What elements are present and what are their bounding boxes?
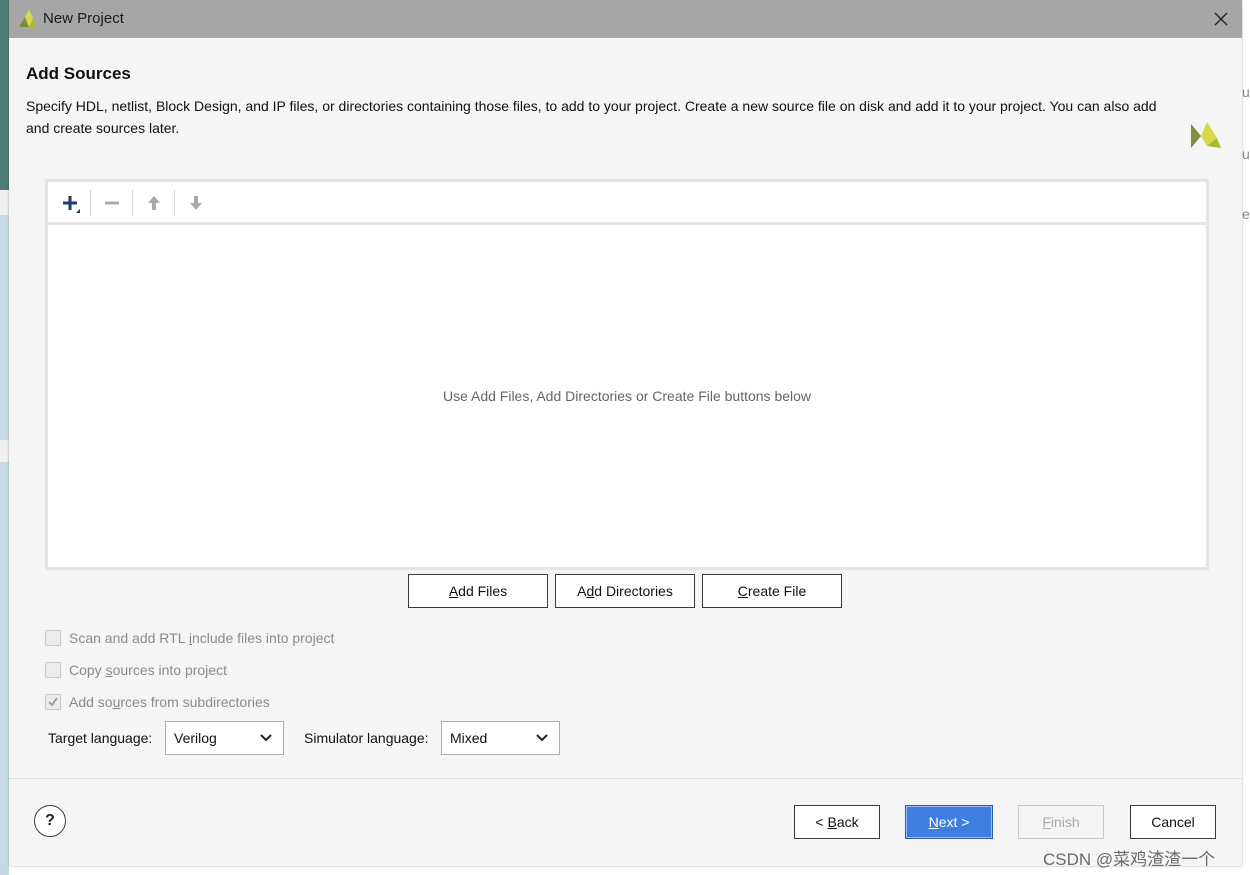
arrow-up-icon — [148, 196, 160, 210]
button-label: ext > — [938, 814, 970, 830]
background-text: u — [1242, 146, 1250, 162]
copy-sources-checkbox[interactable] — [45, 662, 61, 678]
mnemonic: F — [1042, 814, 1051, 830]
option-label: Add sources from subdirectories — [69, 694, 270, 710]
vivado-logo-icon — [1191, 122, 1221, 148]
select-value: Mixed — [450, 730, 488, 746]
background-strip — [0, 215, 9, 440]
title-bar[interactable]: New Project — [9, 0, 1242, 38]
page-description: Specify HDL, netlist, Block Design, and … — [26, 98, 1157, 136]
close-icon — [1214, 12, 1228, 26]
background-window-left-edge — [0, 0, 9, 875]
file-list-toolbar — [48, 182, 1206, 225]
vivado-logo-icon — [19, 10, 36, 27]
toolbar-separator — [132, 190, 133, 216]
scan-rtl-option[interactable]: Scan and add RTL include files into proj… — [45, 628, 334, 648]
add-source-button[interactable] — [56, 189, 84, 217]
toolbar-separator — [90, 190, 91, 216]
back-button[interactable]: < Back — [794, 805, 880, 839]
button-label: inish — [1050, 814, 1080, 830]
background-window-right-edge: u u e — [1242, 0, 1250, 875]
simulator-language-select[interactable]: Mixed — [441, 721, 560, 755]
window-title: New Project — [43, 10, 124, 27]
button-label: reate File — [747, 583, 807, 599]
close-button[interactable] — [1206, 4, 1236, 34]
background-text: u — [1242, 84, 1250, 100]
mnemonic: A — [448, 583, 459, 599]
remove-source-button[interactable] — [98, 189, 126, 217]
new-project-dialog: New Project Add Sources Specify HDL, net… — [9, 0, 1242, 866]
minus-icon — [105, 201, 119, 205]
finish-button[interactable]: Finish — [1018, 805, 1104, 839]
option-label: Copy sources into project — [69, 662, 227, 678]
watermark: CSDN @菜鸡渣渣一个 — [1043, 850, 1216, 869]
source-files-panel: Use Add Files, Add Directories or Create… — [45, 179, 1209, 570]
label-part: Copy — [69, 662, 106, 678]
simulator-language-label: Simulator language: — [304, 730, 429, 746]
mnemonic: s — [105, 662, 113, 678]
button-label: < — [815, 814, 828, 830]
label-part: Scan and add RTL — [69, 630, 189, 646]
mnemonic: C — [737, 583, 748, 599]
label-part: Add so — [69, 694, 113, 710]
button-label: ack — [836, 814, 859, 830]
target-language-label: Target language: — [48, 730, 153, 746]
background-text: e — [1242, 206, 1250, 222]
copy-sources-option[interactable]: Copy sources into project — [45, 660, 227, 680]
add-subdirectories-option[interactable]: Add sources from subdirectories — [45, 692, 270, 712]
button-label: dd Files — [458, 583, 508, 599]
toolbar-separator — [174, 190, 175, 216]
background-strip — [0, 0, 9, 190]
empty-list-message: Use Add Files, Add Directories or Create… — [442, 388, 812, 404]
label-part: nclude files into project — [192, 630, 335, 646]
add-subdirectories-checkbox[interactable] — [45, 694, 61, 710]
create-file-button[interactable]: Create File — [702, 574, 842, 608]
chevron-down-icon — [536, 734, 548, 742]
target-language-select[interactable]: Verilog — [165, 721, 284, 755]
add-files-button[interactable]: Add Files — [408, 574, 548, 608]
mnemonic: N — [928, 814, 939, 830]
add-directories-button[interactable]: Add Directories — [555, 574, 695, 608]
page-title: Add Sources — [26, 64, 131, 83]
chevron-down-icon — [260, 734, 272, 742]
mnemonic: B — [827, 814, 837, 830]
select-value: Verilog — [174, 730, 217, 746]
move-down-button[interactable] — [182, 189, 210, 217]
label-part: ources into project — [112, 662, 227, 678]
checkmark-icon — [48, 697, 58, 707]
move-up-button[interactable] — [140, 189, 168, 217]
plus-icon — [63, 196, 80, 213]
cancel-button[interactable]: Cancel — [1130, 805, 1216, 839]
background-strip — [0, 462, 9, 875]
button-label: d Directories — [594, 583, 673, 599]
option-label: Scan and add RTL include files into proj… — [69, 630, 334, 646]
next-button[interactable]: Next > — [905, 805, 993, 839]
arrow-down-icon — [190, 196, 202, 210]
help-button[interactable]: ? — [34, 805, 66, 837]
label-part: rces from subdirectories — [120, 694, 270, 710]
page-header: Add Sources Specify HDL, netlist, Block … — [9, 38, 1242, 150]
scan-rtl-checkbox[interactable] — [45, 630, 61, 646]
footer-divider — [9, 778, 1242, 779]
